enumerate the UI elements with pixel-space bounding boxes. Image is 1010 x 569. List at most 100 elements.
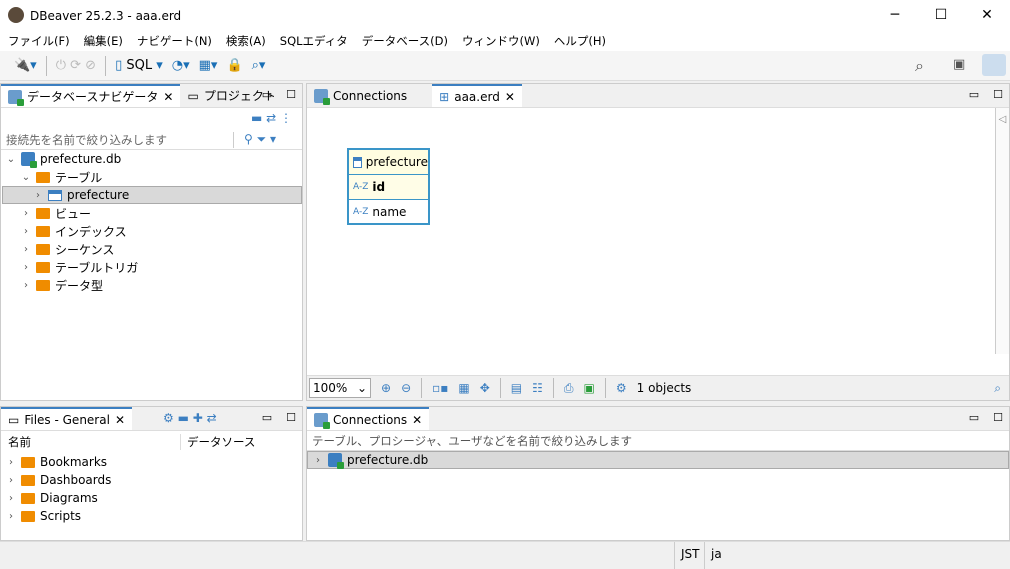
close-icon[interactable]: ✕	[412, 413, 422, 427]
menu-navigate[interactable]: ナビゲート(N)	[137, 33, 212, 49]
close-icon[interactable]: ✕	[115, 413, 125, 427]
table-icon	[48, 189, 62, 201]
tab-aaa-erd[interactable]: ⊞ aaa.erd ✕	[432, 84, 522, 107]
close-icon[interactable]: ✕	[163, 90, 173, 104]
folder-icon	[36, 171, 50, 183]
palette-toggle[interactable]: ◁	[995, 108, 1009, 354]
minimize-icon[interactable]: ▭	[262, 411, 272, 424]
folder-icon	[36, 243, 50, 255]
search-icon[interactable]: ⌕	[994, 381, 1001, 396]
layout-icon[interactable]: ▫▪	[432, 381, 448, 395]
menu-sql-editor[interactable]: SQLエディタ	[280, 33, 348, 49]
maximize-icon[interactable]: ☐	[993, 411, 1003, 424]
locale-status: ja	[704, 542, 728, 569]
menu-database[interactable]: データベース(D)	[362, 33, 448, 49]
folder-icon	[36, 261, 50, 273]
files-panel: ▭ Files - General ✕ ⚙ ▬ ✚ ⇄ ▭ ☐ 名前 データソース …	[0, 406, 303, 541]
move-icon[interactable]: ✥	[480, 381, 490, 395]
dashboard-icon[interactable]: ◔▾	[172, 58, 190, 73]
list-item[interactable]: › Dashboards	[6, 471, 302, 489]
minimize-icon[interactable]: ▭	[969, 88, 979, 101]
column-name[interactable]: 名前	[1, 434, 181, 450]
new-connection-icon[interactable]: 🔌▾	[14, 58, 37, 73]
save-image-icon[interactable]: ▣	[584, 381, 595, 395]
settings-icon[interactable]: ⚙	[616, 381, 627, 395]
search-icon[interactable]: ⌕	[915, 56, 924, 76]
tree-item-views[interactable]: › ビュー	[6, 204, 302, 222]
disconnect-icons: ⏻ ⟳ ⊘	[55, 58, 97, 73]
title-bar: DBeaver 25.2.3 - aaa.erd ─ ☐ ✕	[0, 0, 1010, 31]
window-title: DBeaver 25.2.3 - aaa.erd	[30, 8, 182, 23]
menu-file[interactable]: ファイル(F)	[8, 33, 70, 49]
minimize-icon[interactable]: ▭	[262, 88, 272, 101]
menu-window[interactable]: ウィンドウ(W)	[462, 33, 540, 49]
tree-item-triggers[interactable]: › テーブルトリガ	[6, 258, 302, 276]
tab-connections-bottom[interactable]: Connections ✕	[307, 407, 430, 430]
tree-item-datatypes[interactable]: › データ型	[6, 276, 302, 294]
zoom-in-icon[interactable]: ⊕	[381, 381, 391, 395]
perspective-icon[interactable]: ▣	[953, 57, 965, 72]
navigator-filter-input[interactable]: 接続先を名前で絞り込みします	[1, 131, 234, 148]
tab-connections[interactable]: Connections	[307, 84, 414, 107]
list-item[interactable]: › Diagrams	[6, 489, 302, 507]
search-dropdown-icon[interactable]: ⌕▾	[252, 58, 266, 73]
menu-search[interactable]: 検索(A)	[226, 33, 266, 49]
list-item[interactable]: › Bookmarks	[6, 453, 302, 471]
collapse-link-icons[interactable]: ▬ ⇄ ⋮	[251, 111, 292, 125]
tree-item-tables[interactable]: ⌄ テーブル	[6, 168, 302, 186]
database-icon	[328, 453, 344, 469]
maximize-icon[interactable]: ☐	[286, 411, 296, 424]
status-bar: JST ja	[0, 541, 1010, 569]
print-icon[interactable]: ⎙	[564, 381, 574, 396]
main-toolbar: 🔌▾ ⏻ ⟳ ⊘ ▯ SQL ▾ ◔▾ ▦▾ 🔒 ⌕▾ ⌕ ▣	[0, 51, 1010, 81]
close-icon[interactable]: ✕	[505, 90, 515, 104]
files-icon: ▭	[8, 412, 20, 427]
filter-icons[interactable]: ⚲ ⏷ ▾	[244, 132, 276, 147]
tab-database-navigator[interactable]: データベースナビゲータ ✕	[1, 84, 181, 107]
maximize-button[interactable]: ☐	[918, 0, 964, 31]
zoom-select[interactable]: 100% ⌄	[309, 378, 371, 398]
list-item[interactable]: › Scripts	[6, 507, 302, 525]
grid-icon[interactable]: ▦	[458, 381, 469, 395]
tree-item-indexes[interactable]: › インデックス	[6, 222, 302, 240]
column-datasource[interactable]: データソース	[181, 434, 255, 450]
maximize-icon[interactable]: ☐	[993, 88, 1003, 101]
entity-column[interactable]: A-Z id	[349, 175, 428, 199]
erd-icon: ⊞	[439, 89, 450, 104]
tree-item-db[interactable]: ⌄ prefecture.db	[6, 150, 302, 168]
attributes-icon[interactable]: ☷	[532, 381, 543, 395]
connection-item[interactable]: › prefecture.db	[307, 451, 1009, 469]
connections-filter-input[interactable]: テーブル、プロシージャ、ユーザなどを名前で絞り込みします	[307, 431, 1009, 451]
menu-help[interactable]: ヘルプ(H)	[554, 33, 606, 49]
schema-icon[interactable]: ▦▾	[199, 58, 218, 73]
folder-icon	[21, 474, 35, 486]
files-toolbar-icons[interactable]: ⚙ ▬ ✚ ⇄	[163, 411, 217, 425]
zoom-out-icon[interactable]: ⊖	[401, 381, 411, 395]
erd-entity-prefecture[interactable]: prefecture A-Z id A-Z name	[347, 148, 430, 225]
database-navigator-panel: データベースナビゲータ ✕ ▭ プロジェクト ▭ ☐ ▬ ⇄ ⋮ 接続先を名前で絞り…	[0, 83, 303, 401]
notes-icon[interactable]: ▤	[511, 381, 522, 395]
menu-bar: ファイル(F) 編集(E) ナビゲート(N) 検索(A) SQLエディタ データ…	[0, 31, 1010, 51]
menu-edit[interactable]: 編集(E)	[84, 33, 123, 49]
database-icon	[21, 152, 37, 168]
minimize-icon[interactable]: ▭	[969, 411, 979, 424]
sql-editor-button[interactable]: ▯ SQL ▾	[115, 58, 163, 73]
tree-item-sequences[interactable]: › シーケンス	[6, 240, 302, 258]
entity-column[interactable]: A-Z name	[349, 199, 428, 223]
dbeaver-logo-icon	[8, 7, 24, 23]
erd-toolbar: 100% ⌄ ⊕ ⊖ ▫▪ ▦ ✥ ▤ ☷ ⎙ ▣ ⚙ 1 objects ⌕	[307, 375, 1009, 400]
erd-editor-panel: Connections ⊞ aaa.erd ✕ ▭ ☐ ◁ 100% ⌄ ⊕ ⊖ ▫▪ ▦…	[306, 83, 1010, 401]
tab-files-general[interactable]: ▭ Files - General ✕	[1, 407, 132, 430]
timezone-status: JST	[674, 542, 706, 569]
connections-panel: Connections ✕ ▭ ☐ テーブル、プロシージャ、ユーザなどを名前で絞り…	[306, 406, 1010, 541]
minimize-button[interactable]: ─	[872, 0, 918, 31]
folder-icon	[36, 225, 50, 237]
close-button[interactable]: ✕	[964, 0, 1010, 31]
maximize-icon[interactable]: ☐	[286, 88, 296, 101]
tree-item-table[interactable]: › prefecture	[2, 186, 302, 204]
folder-icon	[21, 492, 35, 504]
folder-icon	[21, 456, 35, 468]
project-icon: ▭	[187, 88, 199, 103]
connections-icon	[314, 412, 330, 429]
dbeaver-perspective-icon[interactable]	[982, 54, 1006, 76]
